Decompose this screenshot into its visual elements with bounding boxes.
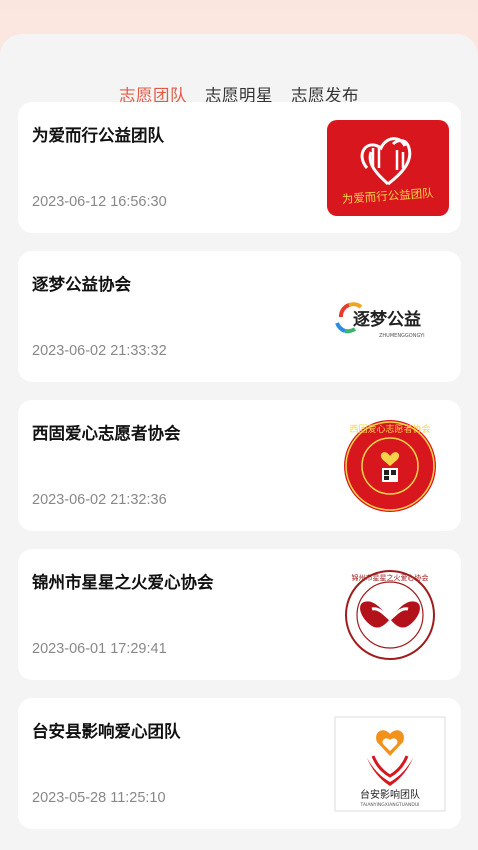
ribbon-circle-logo-graphic: 锦州市星星之火爱心协会 (345, 570, 435, 660)
logo-subtext: ZHUMENGGONGYI (379, 333, 425, 339)
team-card[interactable]: 台安县影响爱心团队 2023-05-28 11:25:10 台安影响团队 TAI… (18, 698, 461, 829)
heart-flame-logo-graphic: 台安影响团队 TAIANYINGXIANGTUANDUI (334, 716, 446, 812)
team-date: 2023-06-12 16:56:30 (32, 194, 167, 210)
team-name: 西固爱心志愿者协会 (32, 424, 181, 443)
zhumeng-logo-graphic: 逐梦公益 ZHUMENGGONGYI (335, 302, 425, 339)
team-card[interactable]: 锦州市星星之火爱心协会 2023-06-01 17:29:41 锦州市星星之火爱… (18, 549, 461, 680)
round-seal-logo: 西固爱心志愿者协会 (327, 418, 449, 514)
team-name: 锦州市星星之火爱心协会 (32, 573, 214, 592)
logo-text: 锦州市星星之火爱心协会 (352, 573, 429, 582)
team-card[interactable]: 为爱而行公益团队 2023-06-12 16:56:30 为爱而行公益团队 (18, 102, 461, 233)
team-name: 台安县影响爱心团队 (32, 722, 181, 741)
team-date: 2023-06-02 21:32:36 (32, 492, 167, 508)
team-date: 2023-06-01 17:29:41 (32, 641, 167, 657)
team-name: 逐梦公益协会 (32, 275, 131, 294)
round-seal-logo-graphic: 西固爱心志愿者协会 (344, 420, 436, 512)
logo-subtext: TAIANYINGXIANGTUANDUI (360, 802, 420, 808)
heart-flame-logo: 台安影响团队 TAIANYINGXIANGTUANDUI (327, 716, 449, 812)
logo-text: 逐梦公益 (353, 309, 421, 330)
team-list: 为爱而行公益团队 2023-06-12 16:56:30 为爱而行公益团队 逐梦… (18, 102, 461, 847)
team-date: 2023-06-02 21:33:32 (32, 343, 167, 359)
zhumeng-logo: 逐梦公益 ZHUMENGGONGYI (327, 269, 449, 365)
red-heart-hands-logo-graphic: 为爱而行公益团队 (327, 120, 449, 216)
logo-text: 台安影响团队 (360, 788, 420, 801)
ribbon-circle-logo: 锦州市星星之火爱心协会 (327, 567, 449, 663)
team-card[interactable]: 西固爱心志愿者协会 2023-06-02 21:32:36 西固爱心志愿者协会 (18, 400, 461, 531)
team-date: 2023-05-28 11:25:10 (32, 790, 166, 806)
logo-text: 西固爱心志愿者协会 (349, 423, 430, 435)
team-name: 为爱而行公益团队 (32, 126, 164, 145)
team-card[interactable]: 逐梦公益协会 2023-06-02 21:33:32 逐梦公益 ZHUMENGG… (18, 251, 461, 382)
red-heart-hands-logo: 为爱而行公益团队 (327, 120, 449, 216)
